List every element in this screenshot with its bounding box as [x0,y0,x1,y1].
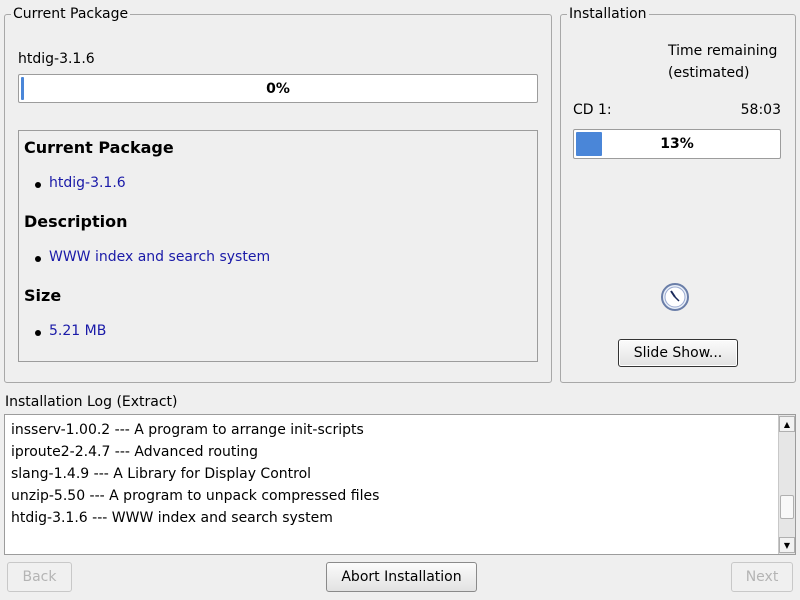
next-button[interactable]: Next [731,562,793,592]
time-remaining-line2: (estimated) [668,65,750,81]
log-line: iproute2-2.4.7 --- Advanced routing [11,444,259,460]
log-line: slang-1.4.9 --- A Library for Display Co… [11,466,312,482]
current-package-group-title: Current Package [11,6,131,22]
slide-show-button-label: Slide Show... [633,345,723,361]
cd-progress-text: 13% [660,136,694,152]
log-line: insserv-1.00.2 --- A program to arrange … [11,422,364,438]
details-description-value: WWW index and search system [34,249,271,265]
details-heading-size: Size [24,286,62,305]
time-remaining-label: Time remaining (estimated) [668,40,777,84]
slide-show-button[interactable]: Slide Show... [618,339,738,367]
current-package-group: Current Package htdig-3.1.6 0% Current P… [4,6,552,383]
clock-icon [660,282,690,312]
details-size-value: 5.21 MB [34,323,107,339]
scroll-up-arrow-icon[interactable]: ▲ [779,416,795,432]
package-progress-bar: 0% [18,74,538,103]
back-button-label: Back [22,569,57,585]
abort-installation-button[interactable]: Abort Installation [326,562,477,592]
cd-progress-bar: 13% [573,129,781,159]
cd-label: CD 1: [573,102,612,118]
details-package-value: htdig-3.1.6 [35,175,126,191]
installation-log-label: Installation Log (Extract) [5,394,178,410]
cd-time-remaining: 58:03 [740,102,781,118]
abort-installation-button-label: Abort Installation [341,569,462,585]
log-scrollbar[interactable]: ▲ ▼ [778,415,795,554]
scroll-down-arrow-icon[interactable]: ▼ [779,537,795,553]
time-remaining-line1: Time remaining [668,43,778,59]
installation-group: Installation Time remaining (estimated) … [560,6,796,383]
log-line: unzip-5.50 --- A program to unpack compr… [11,488,380,504]
installation-log[interactable]: insserv-1.00.2 --- A program to arrange … [4,414,796,555]
back-button[interactable]: Back [7,562,72,592]
current-package-name: htdig-3.1.6 [18,51,95,67]
details-heading-package: Current Package [24,138,174,157]
package-progress-text: 0% [266,80,290,97]
log-line: htdig-3.1.6 --- WWW index and search sys… [11,510,333,526]
next-button-label: Next [745,569,779,585]
scrollbar-thumb[interactable] [780,495,794,519]
details-heading-description: Description [24,212,128,231]
installation-group-title: Installation [567,6,649,22]
package-details-box: Current Package htdig-3.1.6 Description … [18,130,538,362]
